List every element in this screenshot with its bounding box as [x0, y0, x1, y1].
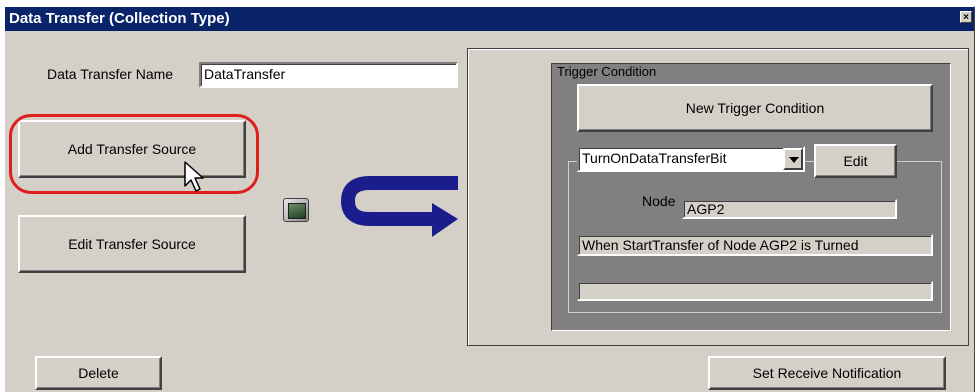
transfer-name-field[interactable]: DataTransfer [199, 62, 458, 88]
edit-transfer-source-button[interactable]: Edit Transfer Source [18, 215, 246, 273]
trigger-type-value: TurnOnDataTransferBit [582, 150, 727, 166]
close-icon[interactable]: × [960, 11, 972, 23]
window-title: Data Transfer (Collection Type) [9, 10, 230, 27]
edit-trigger-button[interactable]: Edit [814, 144, 897, 178]
chevron-down-icon[interactable] [783, 148, 803, 170]
set-receive-notification-button[interactable]: Set Receive Notification [708, 356, 946, 390]
node-label: Node [642, 193, 676, 209]
delete-button[interactable]: Delete [35, 356, 162, 390]
title-bar: Data Transfer (Collection Type) × [5, 7, 974, 31]
trigger-condition-label: Trigger Condition [557, 64, 657, 79]
mouse-cursor-icon [184, 161, 204, 192]
trigger-description-field: When StartTransfer of Node AGP2 is Turne… [577, 234, 933, 256]
trigger-extra-field [577, 281, 933, 301]
source-monitor-icon [283, 198, 309, 222]
trigger-type-select[interactable]: TurnOnDataTransferBit [577, 146, 805, 172]
node-field[interactable]: AGP2 [682, 199, 897, 219]
transfer-name-label: Data Transfer Name [47, 66, 174, 82]
highlight-ring [9, 114, 259, 194]
new-trigger-condition-button[interactable]: New Trigger Condition [577, 84, 933, 132]
transfer-arrow-icon [340, 176, 458, 237]
